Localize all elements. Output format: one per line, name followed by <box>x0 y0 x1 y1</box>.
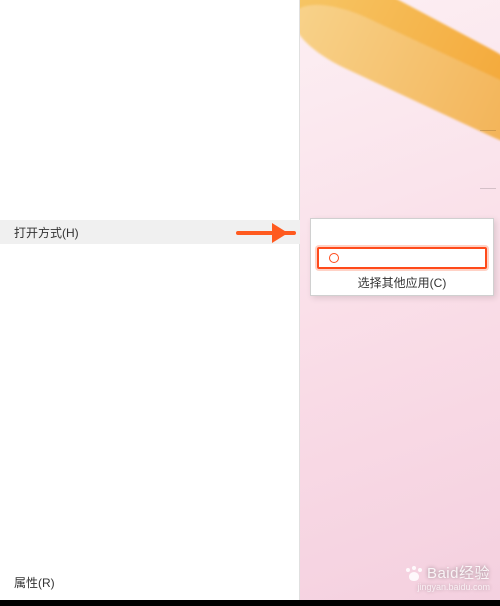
open-with-submenu: 选择其他应用(C) <box>310 218 494 296</box>
submenu-choose-other-app[interactable]: 选择其他应用(C) <box>311 271 493 295</box>
divider <box>480 188 496 189</box>
menu-item-label: 打开方式(H) <box>14 224 79 241</box>
submenu-app-option[interactable] <box>311 219 493 245</box>
bottom-bar <box>0 600 500 606</box>
divider <box>480 130 496 131</box>
submenu-app-option-highlighted[interactable] <box>317 247 487 269</box>
menu-item-properties[interactable]: 属性(R) <box>0 570 300 594</box>
annotation-arrow <box>236 231 296 235</box>
submenu-item-label: 选择其他应用(C) <box>358 274 447 291</box>
context-menu: 打开方式(H) 〉 属性(R) <box>0 0 300 600</box>
app-icon <box>329 253 339 263</box>
menu-item-label: 属性(R) <box>14 574 55 591</box>
desktop-wallpaper <box>300 0 500 600</box>
